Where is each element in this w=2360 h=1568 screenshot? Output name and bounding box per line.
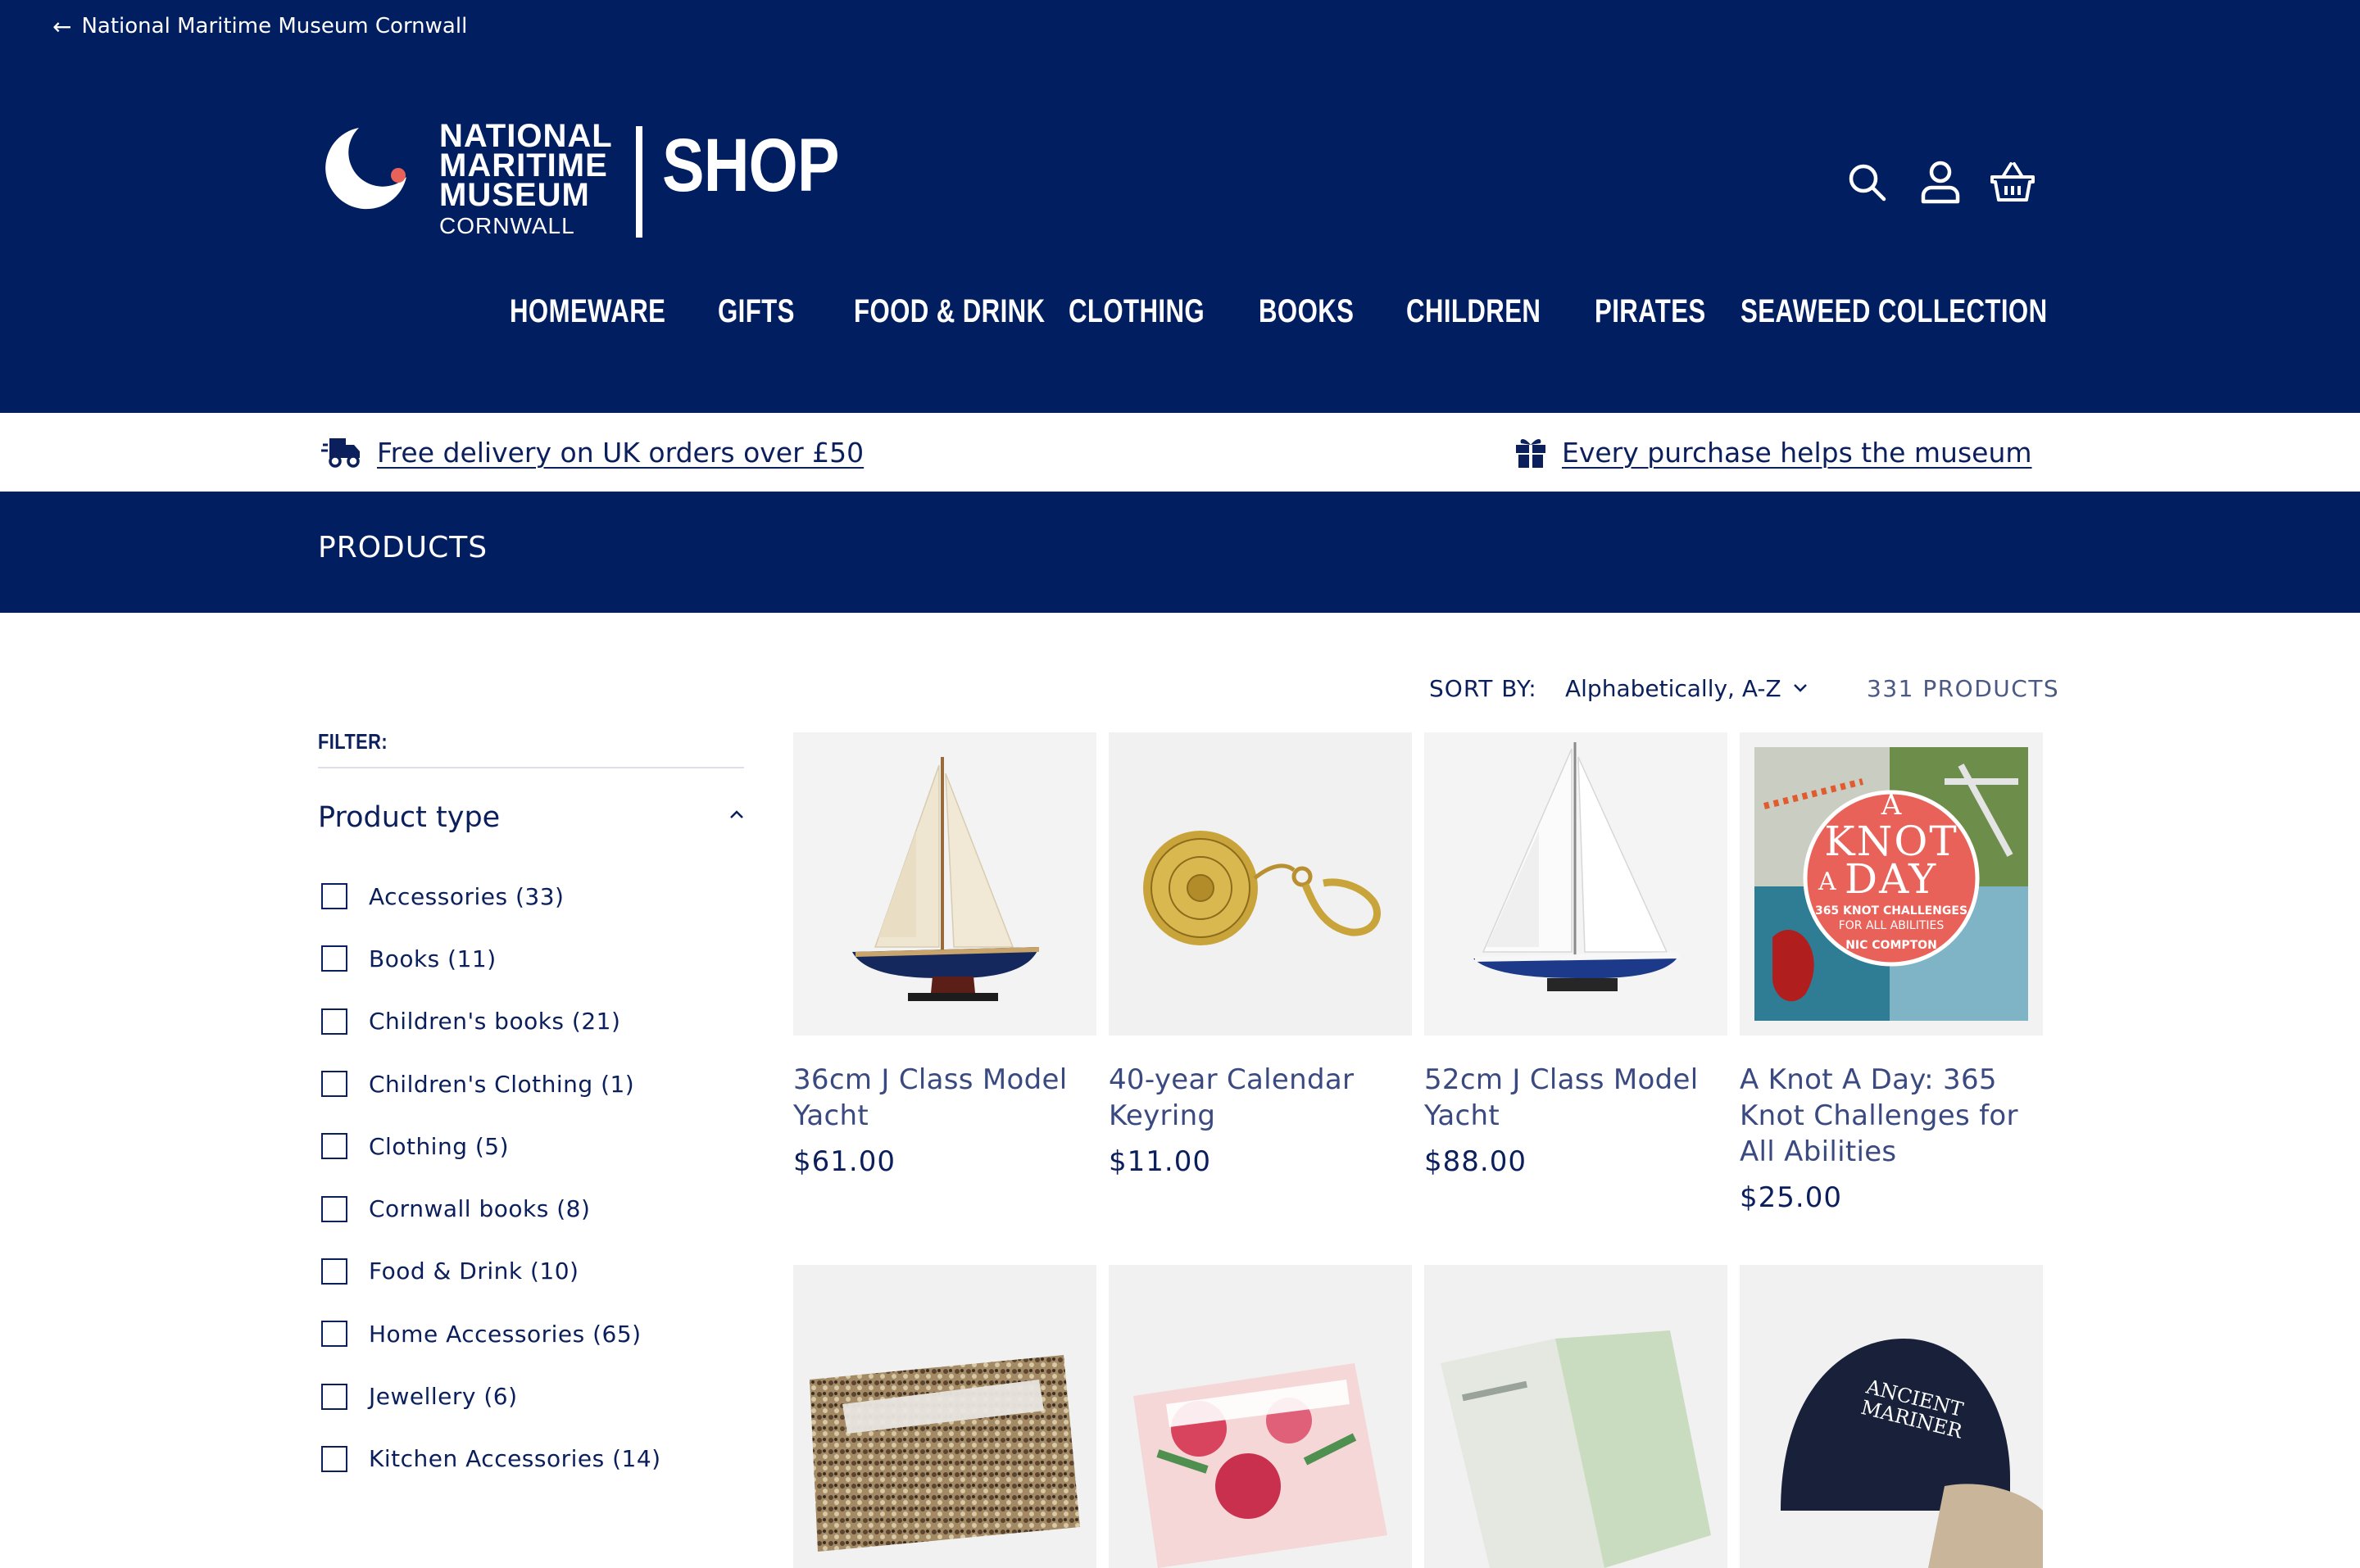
nav-gifts[interactable]: GIFTS xyxy=(718,285,795,338)
page-title: PRODUCTS xyxy=(318,531,488,564)
checkbox[interactable] xyxy=(321,1071,347,1098)
product-image-yacht-52cm[interactable] xyxy=(1424,732,1727,1036)
nav-food-drink[interactable]: FOOD & DRINK xyxy=(854,285,1045,338)
filter-option-jewellery[interactable]: Jewellery (6) xyxy=(318,1365,744,1427)
promo-bar: Free delivery on UK orders over £50 Ever… xyxy=(0,413,2360,492)
facet-title: Product type xyxy=(318,801,501,834)
promo-museum: Every purchase helps the museum xyxy=(1514,431,2032,474)
back-to-museum-link[interactable]: ← National Maritime Museum Cornwall xyxy=(52,11,467,41)
filter-option-kitchen-accessories[interactable]: Kitchen Accessories (14) xyxy=(318,1428,744,1490)
product-card[interactable] xyxy=(793,1265,1096,1568)
arrow-left-icon: ← xyxy=(52,12,72,40)
facet-options-list: Accessories (33) Books (11) Children's b… xyxy=(318,865,744,1490)
logo-divider xyxy=(636,126,642,238)
search-icon[interactable] xyxy=(1842,157,1891,206)
filter-sidebar: FILTER: Product type Accessories (33) Bo… xyxy=(318,721,744,1490)
product-title[interactable]: 36cm J Class Model Yacht xyxy=(793,1062,1096,1134)
sort-selected-value: Alphabetically, A-Z xyxy=(1565,674,1781,702)
nav-seaweed-collection[interactable]: SEAWEED COLLECTION xyxy=(1740,285,2048,338)
shop-logo[interactable]: NATIONAL MARITIME MUSEUM CORNWALL SHOP xyxy=(318,118,839,244)
checkbox[interactable] xyxy=(321,1383,347,1410)
product-price: $88.00 xyxy=(1424,1145,1527,1178)
nav-children[interactable]: CHILDREN xyxy=(1406,285,1541,338)
filter-option-cornwall-books[interactable]: Cornwall books (8) xyxy=(318,1177,744,1239)
product-card[interactable] xyxy=(1424,1265,1727,1568)
checkbox[interactable] xyxy=(321,1133,347,1160)
product-image-calendar-keyring[interactable] xyxy=(1109,732,1412,1036)
checkbox[interactable] xyxy=(321,945,347,972)
product-title[interactable]: 52cm J Class Model Yacht xyxy=(1424,1062,1727,1134)
product-image-ancient-mariner-cap[interactable]: ANCIENT MARINER xyxy=(1740,1265,2043,1568)
filter-option-clothing[interactable]: Clothing (5) xyxy=(318,1115,744,1177)
chevron-up-icon xyxy=(730,810,743,818)
product-image-knot-a-day-book[interactable]: A KNOT A DAY 365 KNOT CHALLENGES FOR ALL… xyxy=(1740,732,2043,1036)
product-card[interactable]: 52cm J Class Model Yacht $88.00 xyxy=(1424,732,1727,1180)
filter-label: FILTER: xyxy=(318,729,388,754)
product-price: $61.00 xyxy=(793,1145,896,1178)
collection-title-band: PRODUCTS xyxy=(0,492,2360,613)
book-cover-text: A KNOT A DAY 365 KNOT CHALLENGES FOR ALL… xyxy=(1814,789,1968,952)
product-price: $11.00 xyxy=(1109,1145,1211,1178)
back-link-label: National Maritime Museum Cornwall xyxy=(81,14,468,39)
product-card[interactable]: 36cm J Class Model Yacht $61.00 xyxy=(793,732,1096,1180)
filter-option-home-accessories[interactable]: Home Accessories (65) xyxy=(318,1303,744,1365)
delivery-truck-icon xyxy=(321,438,360,468)
account-icon[interactable] xyxy=(1916,157,1965,206)
product-card[interactable] xyxy=(1109,1265,1412,1568)
logo-shop-text: SHOP xyxy=(662,124,839,207)
filter-option-accessories[interactable]: Accessories (33) xyxy=(318,865,744,927)
checkbox[interactable] xyxy=(321,1195,347,1222)
product-card[interactable]: A KNOT A DAY 365 KNOT CHALLENGES FOR ALL… xyxy=(1740,732,2043,1216)
facet-product-type-toggle[interactable]: Product type xyxy=(318,768,744,867)
filter-option-childrens-books[interactable]: Children's books (21) xyxy=(318,990,744,1053)
logo-wordmark: NATIONAL MARITIME MUSEUM CORNWALL xyxy=(439,118,613,238)
free-delivery-link[interactable]: Free delivery on UK orders over £50 xyxy=(377,437,864,469)
gift-icon xyxy=(1516,439,1545,468)
cart-icon[interactable] xyxy=(1988,157,2037,206)
product-image-floral-notebook[interactable] xyxy=(1109,1265,1412,1568)
nav-homeware[interactable]: HOMEWARE xyxy=(510,285,665,338)
filter-option-food-drink[interactable]: Food & Drink (10) xyxy=(318,1240,744,1303)
product-card[interactable]: 40-year Calendar Keyring $11.00 xyxy=(1109,732,1412,1180)
sort-bar: SORT BY: Alphabetically, A-Z 331 PRODUCT… xyxy=(1393,670,2058,706)
site-header: ← National Maritime Museum Cornwall NATI… xyxy=(0,0,2360,413)
product-image-patterned-tea-towel[interactable] xyxy=(793,1265,1096,1568)
product-price: $25.00 xyxy=(1740,1181,1842,1214)
product-title[interactable]: 40-year Calendar Keyring xyxy=(1109,1062,1412,1134)
sort-label: SORT BY: xyxy=(1429,674,1537,702)
checkbox[interactable] xyxy=(321,883,347,910)
nav-pirates[interactable]: PIRATES xyxy=(1595,285,1706,338)
nav-books[interactable]: BOOKS xyxy=(1259,285,1354,338)
sort-select[interactable]: Alphabetically, A-Z xyxy=(1565,675,1808,702)
checkbox[interactable] xyxy=(321,1445,347,1472)
product-image-green-notebook[interactable] xyxy=(1424,1265,1727,1568)
product-title[interactable]: A Knot A Day: 365 Knot Challenges for Al… xyxy=(1740,1062,2043,1170)
nav-clothing[interactable]: CLOTHING xyxy=(1069,285,1205,338)
filter-option-childrens-clothing[interactable]: Children's Clothing (1) xyxy=(318,1053,744,1115)
product-count: 331 PRODUCTS xyxy=(1867,674,2060,702)
checkbox[interactable] xyxy=(321,1321,347,1348)
filter-option-books[interactable]: Books (11) xyxy=(318,927,744,990)
chevron-down-icon xyxy=(1793,684,1807,692)
product-card[interactable]: ANCIENT MARINER xyxy=(1740,1265,2043,1568)
product-image-yacht-36cm[interactable] xyxy=(793,732,1096,1036)
checkbox[interactable] xyxy=(321,1258,347,1285)
support-museum-link[interactable]: Every purchase helps the museum xyxy=(1562,437,2032,469)
main-navigation: HOMEWARE GIFTS FOOD & DRINK CLOTHING BOO… xyxy=(0,285,2360,338)
promo-delivery: Free delivery on UK orders over £50 xyxy=(321,431,864,474)
checkbox[interactable] xyxy=(321,1008,347,1035)
museum-logo-mark xyxy=(325,128,406,210)
